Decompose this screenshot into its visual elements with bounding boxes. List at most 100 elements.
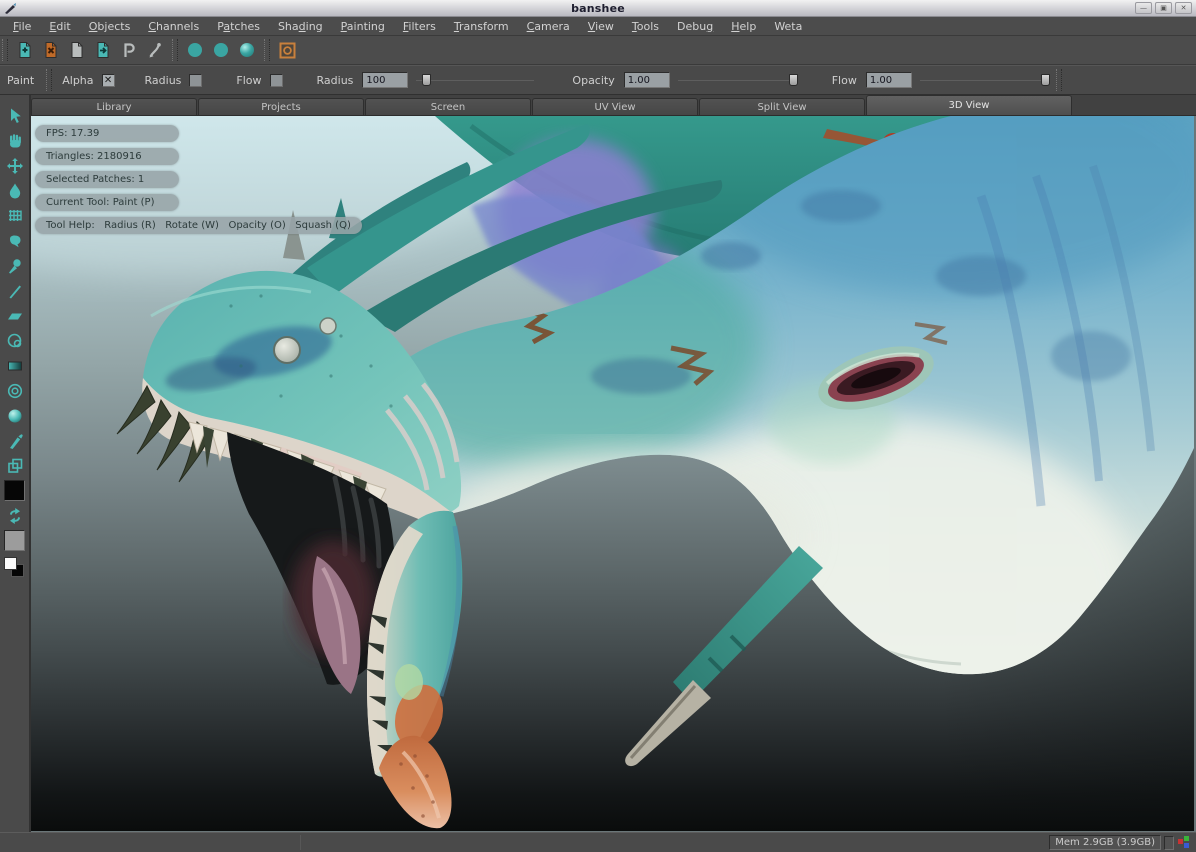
gradient-tool-icon[interactable] xyxy=(3,353,27,378)
viewport-hud: FPS: 17.39 Triangles: 2180916 Selected Pat… xyxy=(35,125,362,234)
open-project-icon[interactable] xyxy=(66,39,88,61)
pan-tool-icon[interactable] xyxy=(3,128,27,153)
menu-edit[interactable]: Edit xyxy=(40,18,79,35)
menu-camera[interactable]: Camera xyxy=(518,18,579,35)
mesh-grid-tool-icon[interactable] xyxy=(3,203,27,228)
new-project-icon[interactable] xyxy=(14,39,36,61)
copy-patch-tool-icon[interactable] xyxy=(3,453,27,478)
statusbar-divider xyxy=(300,835,301,850)
lighting-icon[interactable] xyxy=(276,39,298,61)
application-window: banshee —▣✕ FileEditObjectsChannelsPatch… xyxy=(0,0,1196,852)
opacity-label: Opacity xyxy=(572,74,614,87)
flow-toggle-checkbox[interactable] xyxy=(270,74,283,87)
pivot-tool-icon[interactable] xyxy=(118,39,140,61)
paint-properties-bar: Paint Alpha ✕ Radius Flow Radius Opacity… xyxy=(0,65,1196,95)
minimize-button[interactable]: — xyxy=(1135,2,1152,14)
radius-slider[interactable] xyxy=(416,73,534,87)
brush-large-icon[interactable] xyxy=(236,39,258,61)
memory-indicator: Mem 2.9GB (3.9GB) xyxy=(1049,835,1161,850)
gray-swatch[interactable] xyxy=(4,530,25,551)
hud-pill: Selected Patches: 1 xyxy=(35,171,179,188)
swap-colors-icon[interactable] xyxy=(3,503,27,528)
toolbar-group xyxy=(270,39,304,61)
menu-painting[interactable]: Painting xyxy=(332,18,394,35)
menu-filters[interactable]: Filters xyxy=(394,18,445,35)
separator xyxy=(46,69,52,91)
radius-toggle-label: Radius xyxy=(145,74,182,87)
slider-groove xyxy=(920,80,1048,81)
pen-tool-icon[interactable] xyxy=(3,428,27,453)
radius-label: Radius xyxy=(317,74,354,87)
viewport-3d[interactable]: FPS: 17.39 Triangles: 2180916 Selected Pat… xyxy=(31,116,1196,832)
save-project-icon[interactable] xyxy=(92,39,114,61)
tab-screen[interactable]: Screen xyxy=(365,98,531,115)
tab-projects[interactable]: Projects xyxy=(198,98,364,115)
eraser-tool-icon[interactable] xyxy=(3,303,27,328)
hud-pill: Current Tool: Paint (P) xyxy=(35,194,179,211)
tab-3d-view[interactable]: 3D View xyxy=(866,95,1072,115)
menu-weta[interactable]: Weta xyxy=(765,18,811,35)
slider-groove xyxy=(416,80,534,81)
opacity-input[interactable] xyxy=(624,72,670,88)
menu-channels[interactable]: Channels xyxy=(139,18,208,35)
close-button[interactable]: ✕ xyxy=(1175,2,1192,14)
toolbar-group xyxy=(8,39,172,61)
tool-bar xyxy=(0,36,1196,65)
foreground-color[interactable] xyxy=(4,557,17,570)
pencil-tool-icon[interactable] xyxy=(3,278,27,303)
select-tool-icon[interactable] xyxy=(3,103,27,128)
opacity-slider-handle[interactable] xyxy=(789,74,798,86)
window-buttons: —▣✕ xyxy=(1135,2,1192,14)
black-swatch[interactable] xyxy=(4,480,25,501)
menu-bar: FileEditObjectsChannelsPatchesShadingPai… xyxy=(0,17,1196,36)
menu-help[interactable]: Help xyxy=(722,18,765,35)
opacity-slider[interactable] xyxy=(678,73,796,87)
move-tool-icon[interactable] xyxy=(3,153,27,178)
blur-drop-tool-icon[interactable] xyxy=(3,178,27,203)
rgb-channels-icon[interactable] xyxy=(1177,836,1192,849)
toolbar-group xyxy=(178,39,264,61)
title-bar: banshee —▣✕ xyxy=(0,0,1196,17)
flow-slider-handle[interactable] xyxy=(1041,74,1050,86)
radius-input[interactable] xyxy=(362,72,408,88)
alpha-label: Alpha xyxy=(62,74,93,87)
pin-tool-icon[interactable] xyxy=(3,253,27,278)
menu-shading[interactable]: Shading xyxy=(269,18,332,35)
flow-toggle-label: Flow xyxy=(236,74,261,87)
radius-slider-handle[interactable] xyxy=(422,74,431,86)
menu-debug[interactable]: Debug xyxy=(668,18,722,35)
tab-uv-view[interactable]: UV View xyxy=(532,98,698,115)
brush-medium-icon[interactable] xyxy=(210,39,232,61)
foreground-background-swatch[interactable] xyxy=(3,556,27,580)
view-tab-bar: LibraryProjectsScreenUV ViewSplit View3D… xyxy=(31,95,1196,116)
path-tool-icon[interactable] xyxy=(144,39,166,61)
flow-label: Flow xyxy=(832,74,857,87)
maximize-button[interactable]: ▣ xyxy=(1155,2,1172,14)
alpha-checkbox[interactable]: ✕ xyxy=(102,74,115,87)
radius-toggle-checkbox[interactable] xyxy=(189,74,202,87)
hud-pill: Tool Help: Radius (R) Rotate (W) Opacity… xyxy=(35,217,362,234)
hud-pill: FPS: 17.39 xyxy=(35,125,179,142)
hud-pill: Triangles: 2180916 xyxy=(35,148,179,165)
menu-view[interactable]: View xyxy=(579,18,623,35)
tab-library[interactable]: Library xyxy=(31,98,197,115)
sphere-paint-tool-icon[interactable] xyxy=(3,403,27,428)
menu-objects[interactable]: Objects xyxy=(80,18,140,35)
slider-groove xyxy=(678,80,796,81)
flow-slider[interactable] xyxy=(920,73,1048,87)
window-title: banshee xyxy=(0,2,1196,15)
menu-file[interactable]: File xyxy=(4,18,40,35)
close-project-icon[interactable] xyxy=(40,39,62,61)
clone-stamp-tool-icon[interactable] xyxy=(3,328,27,353)
status-bar: Mem 2.9GB (3.9GB) xyxy=(0,832,1196,852)
brush-small-icon[interactable] xyxy=(184,39,206,61)
menu-transform[interactable]: Transform xyxy=(445,18,518,35)
blur-rings-tool-icon[interactable] xyxy=(3,378,27,403)
menu-patches[interactable]: Patches xyxy=(208,18,269,35)
tab-split-view[interactable]: Split View xyxy=(699,98,865,115)
tool-sidebar xyxy=(0,95,31,832)
smudge-tool-icon[interactable] xyxy=(3,228,27,253)
menu-tools[interactable]: Tools xyxy=(623,18,668,35)
flow-input[interactable] xyxy=(866,72,912,88)
status-mini-field xyxy=(1164,836,1174,850)
